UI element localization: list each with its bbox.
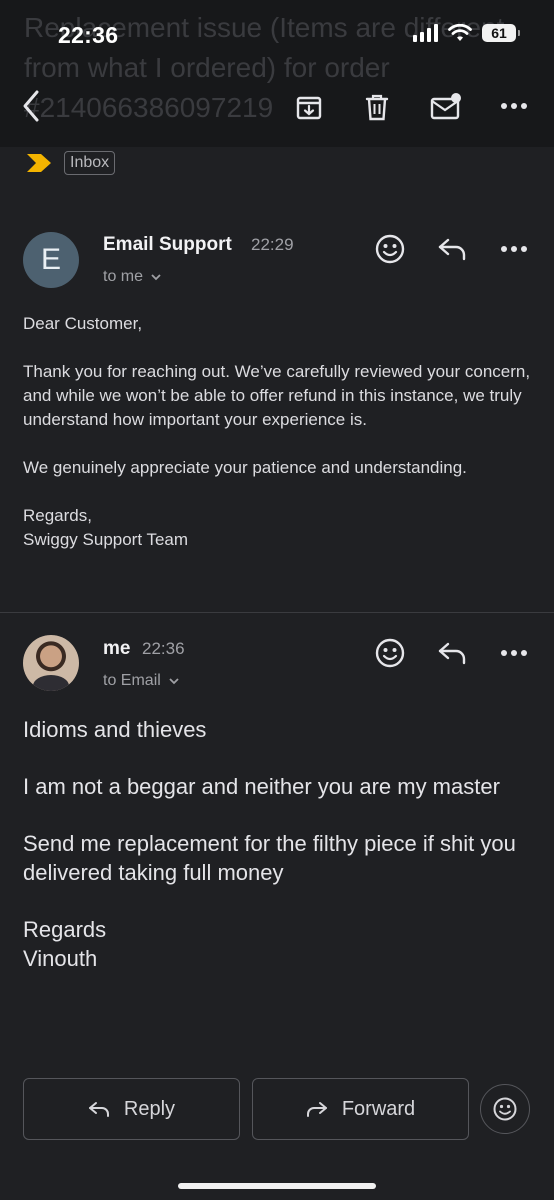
more-icon[interactable]	[500, 245, 528, 253]
body-paragraph: Swiggy Support Team	[23, 530, 189, 549]
avatar: E	[23, 232, 79, 288]
reply-icon[interactable]	[437, 640, 467, 666]
archive-icon[interactable]	[294, 92, 324, 122]
more-icon[interactable]	[500, 649, 528, 657]
message-time: 22:29	[251, 235, 294, 254]
message-body: Dear Customer, Thank you for reaching ou…	[23, 312, 533, 552]
forward-label: Forward	[341, 1097, 416, 1120]
emoji-icon[interactable]	[374, 233, 406, 265]
body-paragraph: Thank you for reaching out. We’ve carefu…	[23, 362, 531, 429]
forward-button[interactable]: Forward	[252, 1078, 469, 1140]
reply-button[interactable]: Reply	[23, 1078, 240, 1140]
battery-indicator: 61	[482, 24, 520, 42]
body-paragraph: Dear Customer,	[23, 314, 143, 333]
body-paragraph: I am not a beggar and neither you are my…	[23, 774, 500, 799]
message-body: Idioms and thieves I am not a beggar and…	[23, 715, 533, 973]
important-marker-icon[interactable]	[26, 152, 52, 174]
chevron-down-icon	[151, 274, 162, 281]
sender-name: Email Support	[103, 234, 232, 255]
body-paragraph: Vinouth	[23, 946, 98, 971]
emoji-icon[interactable]	[374, 637, 406, 669]
status-icons: 61	[413, 24, 520, 42]
reply-label: Reply	[123, 1097, 176, 1120]
recipient-label: to me	[103, 268, 144, 285]
mark-unread-icon[interactable]	[429, 92, 463, 122]
status-time: 22:36	[58, 22, 119, 48]
label-row: Inbox	[26, 151, 116, 175]
body-paragraph: Send me replacement for the filthy piece…	[23, 831, 516, 885]
body-paragraph: Regards,	[23, 506, 92, 525]
inbox-label[interactable]: Inbox	[64, 151, 116, 175]
reply-icon[interactable]	[437, 236, 467, 262]
message-divider	[0, 612, 554, 613]
more-icon[interactable]	[500, 102, 528, 110]
message-time: 22:36	[142, 639, 185, 658]
avatar	[23, 635, 79, 691]
body-paragraph: Regards	[23, 917, 107, 942]
toolbar	[0, 88, 554, 128]
sender-name: me	[103, 638, 131, 659]
body-paragraph: Idioms and thieves	[23, 717, 207, 742]
emoji-reaction-button[interactable]	[480, 1084, 530, 1134]
forward-icon	[306, 1102, 327, 1117]
signal-icon	[413, 24, 438, 42]
wifi-icon	[448, 24, 472, 41]
recipient-toggle[interactable]: to me	[103, 268, 162, 286]
back-icon[interactable]	[20, 88, 44, 124]
trash-icon[interactable]	[363, 92, 391, 122]
emoji-icon	[493, 1097, 517, 1121]
chevron-down-icon	[169, 678, 179, 685]
home-indicator	[178, 1183, 376, 1189]
reply-icon	[88, 1102, 109, 1117]
recipient-toggle[interactable]: to Email	[103, 672, 180, 690]
recipient-label: to Email	[103, 672, 161, 689]
body-paragraph: We genuinely appreciate your patience an…	[23, 458, 467, 477]
